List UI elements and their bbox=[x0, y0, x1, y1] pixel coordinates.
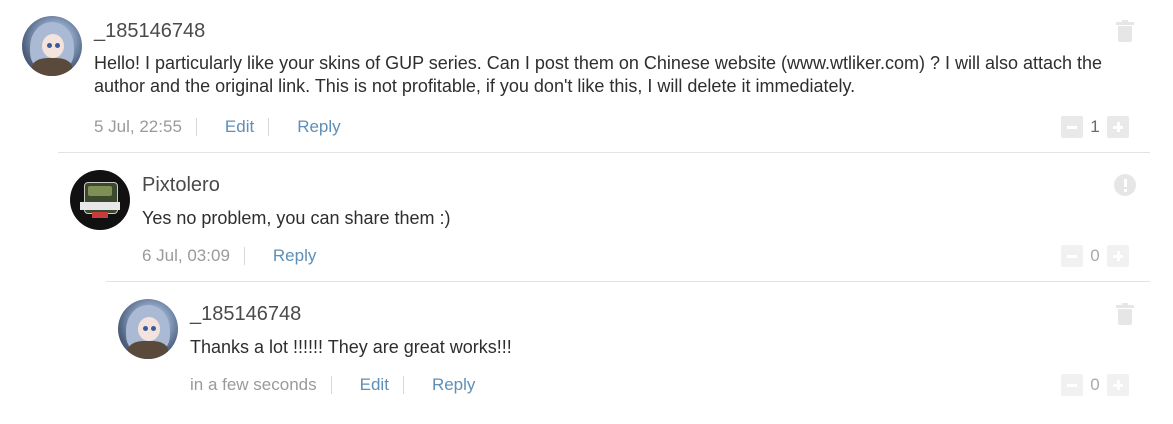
comment-meta: in a few seconds Edit Reply bbox=[190, 375, 475, 395]
vote-control: 0 bbox=[1061, 374, 1129, 396]
avatar[interactable] bbox=[118, 299, 178, 359]
separator bbox=[402, 376, 404, 394]
trash-icon[interactable] bbox=[1116, 303, 1134, 325]
comment-timestamp: in a few seconds bbox=[190, 375, 317, 394]
comment-author[interactable]: _185146748 bbox=[190, 303, 301, 326]
downvote-button[interactable] bbox=[1061, 374, 1083, 396]
reply-button[interactable]: Reply bbox=[432, 375, 475, 395]
edit-button[interactable]: Edit bbox=[360, 375, 389, 395]
comment-text: Thanks a lot !!!!!! They are great works… bbox=[190, 337, 512, 357]
upvote-button[interactable] bbox=[1107, 374, 1129, 396]
separator bbox=[330, 376, 332, 394]
comment-3: _185146748 Thanks a lot !!!!!! They are … bbox=[0, 0, 1173, 424]
vote-count: 0 bbox=[1090, 375, 1100, 394]
